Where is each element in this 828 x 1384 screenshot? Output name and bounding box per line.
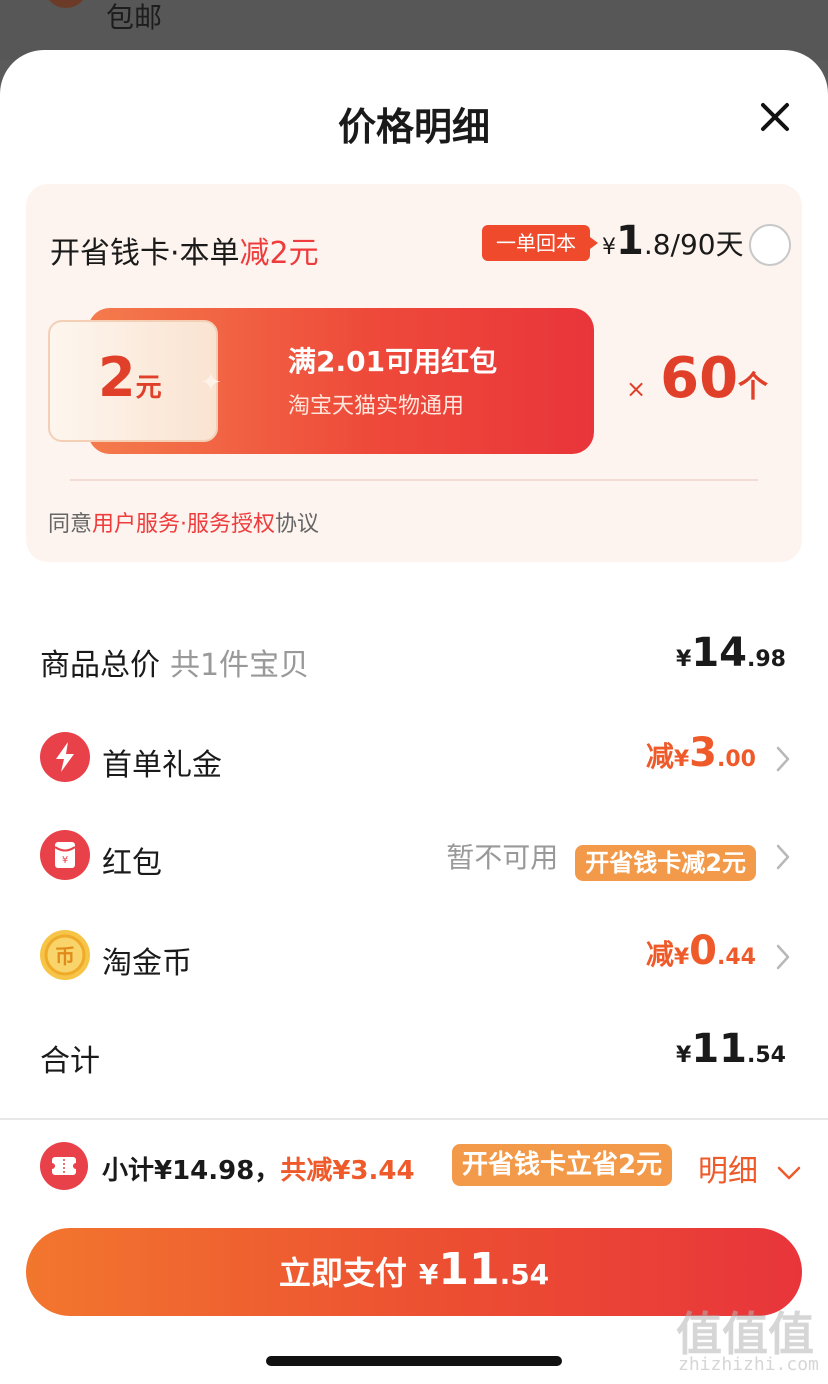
- coin-icon: 币: [40, 930, 90, 980]
- price-integer: 14: [691, 630, 748, 676]
- currency-symbol: ¥: [673, 747, 690, 772]
- price-integer: 0: [689, 928, 718, 974]
- site-watermark: 值值值 zhizhizhi.com: [676, 1298, 822, 1382]
- total-saved-text: 共减¥3.44: [280, 1156, 415, 1186]
- savings-card-promo-badge: 开省钱卡减2元: [575, 844, 756, 881]
- agreement-text: 同意用户服务·服务授权协议: [48, 506, 319, 538]
- multiply-sign: ×: [626, 375, 647, 403]
- product-thumbnail: [44, 0, 88, 8]
- watermark-url: zhizhizhi.com: [678, 1354, 819, 1375]
- red-envelope-status: 暂不可用 开省钱卡减2元: [446, 836, 756, 881]
- price-integer: 1: [616, 218, 644, 264]
- ticket-icon: [40, 1142, 88, 1190]
- agreement-separator: ·: [180, 512, 188, 537]
- savings-card-title-highlight: 减2元: [239, 236, 319, 271]
- pay-decimal: .54: [499, 1258, 550, 1291]
- savings-card-footer-badge[interactable]: 开省钱卡立省2元: [452, 1144, 673, 1186]
- price-decimal: .00: [717, 747, 756, 772]
- coupon-amount-unit: 元: [135, 373, 162, 403]
- coupon-quantity-unit: 个: [738, 370, 769, 405]
- grand-total-price: ¥11.54: [676, 1026, 786, 1072]
- coupon-scope: 淘宝天猫实物通用: [288, 394, 465, 419]
- coupon-quantity: × 60个: [626, 346, 768, 411]
- chevron-right-icon: [776, 844, 790, 870]
- goods-total-title: 商品总价: [40, 648, 160, 683]
- tao-coins-label: 淘金币: [102, 946, 192, 981]
- home-indicator[interactable]: [266, 1356, 562, 1366]
- row-grand-total: 合计 ¥11.54: [0, 1014, 828, 1094]
- first-order-gift-label: 首单礼金: [102, 748, 222, 783]
- red-envelope-label: 红包: [102, 846, 162, 881]
- currency-symbol: ¥: [676, 647, 692, 672]
- price-decimal: .98: [747, 647, 786, 672]
- background-shipping-text: 包邮: [106, 1, 163, 34]
- red-envelope-icon: ¥: [40, 830, 90, 880]
- savings-card-title: 开省钱卡·本单减2元: [50, 228, 319, 272]
- goods-count: 共1件宝贝: [170, 648, 310, 683]
- savings-card-radio[interactable]: [749, 224, 791, 266]
- price-detail-sheet: 价格明细 开省钱卡·本单减2元 一单回本 ¥1.8/90天 ✦ 2元 满2.01…: [0, 50, 828, 1384]
- row-goods-total: 商品总价 共1件宝贝 ¥14.98: [0, 618, 828, 698]
- agreement-suffix: 协议: [275, 512, 320, 537]
- row-red-envelope[interactable]: ¥ 红包 暂不可用 开省钱卡减2元: [0, 816, 828, 896]
- chevron-right-icon: [776, 746, 790, 772]
- detail-toggle[interactable]: 明细: [698, 1146, 802, 1190]
- service-authorization-link[interactable]: 服务授权: [187, 512, 275, 537]
- subtotal-text: 小计¥14.98，: [102, 1156, 281, 1186]
- pay-now-label: 立即支付: [278, 1254, 407, 1292]
- goods-total-price: ¥14.98: [676, 630, 786, 676]
- savings-card-price: ¥1.8/90天: [602, 218, 744, 264]
- pay-currency: ¥: [418, 1258, 439, 1291]
- subtotal-summary: 小计¥14.98，共减¥3.44: [102, 1150, 415, 1187]
- chevron-down-icon: [777, 1166, 800, 1179]
- coupon-amount-number: 2: [98, 346, 136, 409]
- discount-prefix: 减: [645, 938, 674, 971]
- user-service-link[interactable]: 用户服务: [92, 512, 180, 537]
- price-integer: 3: [689, 730, 718, 776]
- first-order-gift-amount: 减¥3.00: [646, 730, 756, 776]
- savings-card-title-prefix: 开省钱卡·本单: [50, 236, 240, 271]
- svg-text:币: 币: [55, 944, 75, 968]
- payback-badge: 一单回本: [482, 225, 598, 261]
- row-first-order-gift[interactable]: 首单礼金 减¥3.00: [0, 718, 828, 798]
- price-decimal: .44: [717, 945, 756, 970]
- row-tao-coins[interactable]: 币 淘金币 减¥0.44: [0, 916, 828, 996]
- sheet-title: 价格明细: [337, 105, 490, 149]
- detail-label: 明细: [698, 1154, 758, 1189]
- red-packet-coupon: ✦ 2元 满2.01可用红包 淘宝天猫实物通用: [48, 308, 594, 454]
- close-icon: [761, 103, 789, 131]
- currency-symbol: ¥: [676, 1043, 692, 1068]
- sparkle-icon: ✦: [200, 368, 222, 398]
- grand-total-label: 合计: [40, 1044, 100, 1079]
- pay-integer: 11: [438, 1244, 500, 1295]
- lightning-icon: [40, 732, 90, 782]
- card-divider: [70, 479, 758, 481]
- savings-card[interactable]: 开省钱卡·本单减2元 一单回本 ¥1.8/90天 ✦ 2元 满2.01可用红包 …: [26, 184, 802, 562]
- discount-prefix: 减: [645, 740, 674, 773]
- coupon-condition: 满2.01可用红包: [288, 345, 498, 378]
- pay-now-content: 立即支付 ¥11.54: [26, 1244, 802, 1295]
- coupon-amount: 2元: [98, 346, 162, 409]
- unavailable-text: 暂不可用: [446, 841, 559, 874]
- price-integer: 11: [691, 1026, 748, 1072]
- footer-divider: [0, 1118, 828, 1120]
- price-rest: .8/90天: [643, 228, 744, 261]
- chevron-right-icon: [776, 944, 790, 970]
- goods-total-label: 商品总价 共1件宝贝: [40, 640, 309, 684]
- price-decimal: .54: [747, 1043, 786, 1068]
- agreement-prefix: 同意: [48, 512, 93, 537]
- tao-coins-amount: 减¥0.44: [646, 928, 756, 974]
- svg-text:¥: ¥: [62, 855, 68, 866]
- currency-symbol: ¥: [673, 945, 690, 970]
- close-button[interactable]: [752, 94, 798, 140]
- price-currency: ¥: [602, 235, 616, 260]
- coupon-quantity-number: 60: [660, 346, 739, 411]
